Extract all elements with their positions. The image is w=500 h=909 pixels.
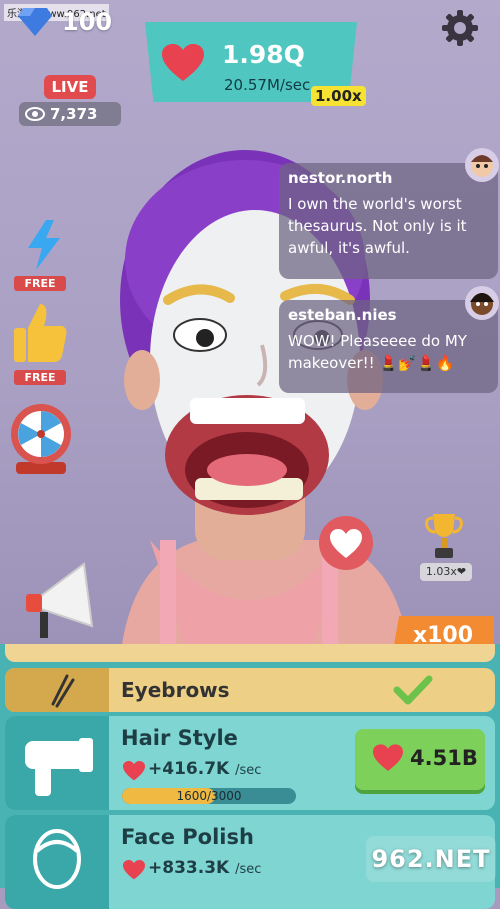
score-rate: 20.57M/sec bbox=[224, 76, 311, 94]
lightning-boost-icon[interactable] bbox=[24, 220, 64, 270]
eye-icon bbox=[25, 107, 45, 121]
chat-text: I own the world's worst thesaurus. Not o… bbox=[288, 195, 467, 257]
chat-avatar bbox=[465, 286, 499, 320]
live-badge: LIVE bbox=[44, 75, 96, 99]
prize-wheel-icon[interactable] bbox=[6, 398, 76, 478]
heart-icon bbox=[162, 44, 204, 81]
chat-username: nestor.north bbox=[288, 169, 393, 187]
checkmark-icon bbox=[393, 675, 433, 705]
upgrade-rate-unit: /sec bbox=[235, 862, 262, 877]
buy-price: 4.51B bbox=[410, 746, 478, 770]
viewer-count-value: 7,373 bbox=[50, 105, 98, 123]
chat-username: esteban.nies bbox=[288, 306, 397, 324]
upgrade-rate-value: +416.7K bbox=[148, 759, 230, 779]
tweezers-icon bbox=[51, 674, 75, 708]
trophy-icon[interactable] bbox=[425, 512, 463, 562]
trophy-multiplier: 1.03x❤ bbox=[420, 563, 472, 581]
upgrade-title: Hair Style bbox=[121, 726, 238, 750]
upgrade-rate-value: +833.3K bbox=[148, 858, 230, 878]
upgrade-row-hair-style: Hair Style +416.7K /sec 1600/3000 4.51B bbox=[5, 716, 495, 810]
boost-free-badge[interactable]: FREE bbox=[14, 276, 66, 291]
thumbs-up-icon[interactable] bbox=[10, 300, 70, 364]
chat-text: WOW! Pleaseeee do MY makeover!! 💄💅💄🔥 bbox=[288, 332, 467, 372]
upgrade-rate: +833.3K /sec bbox=[148, 858, 261, 878]
hair-dryer-icon bbox=[25, 738, 93, 796]
face-polish-icon-cell bbox=[5, 815, 109, 909]
upgrade-title: Face Polish bbox=[121, 825, 254, 849]
upgrade-title: Eyebrows bbox=[121, 678, 230, 702]
chat-avatar bbox=[465, 148, 499, 182]
gem-count: 100 bbox=[62, 8, 113, 36]
like-free-badge[interactable]: FREE bbox=[14, 370, 66, 385]
heart-icon bbox=[373, 744, 403, 771]
hair-style-icon-cell bbox=[5, 716, 109, 810]
chat-message: esteban.nies WOW! Pleaseeee do MY makeov… bbox=[279, 300, 498, 393]
multiplier-badge: 1.00x bbox=[311, 86, 366, 106]
upgrade-row-partial bbox=[5, 644, 495, 662]
buy-hair-style-button[interactable]: 4.51B bbox=[355, 729, 485, 790]
gem-icon bbox=[18, 8, 52, 36]
face-mask-icon bbox=[33, 829, 81, 889]
megaphone-icon[interactable] bbox=[18, 556, 104, 642]
viewer-count: 7,373 bbox=[19, 102, 121, 126]
chat-message: nestor.north I own the world's worst the… bbox=[279, 163, 498, 279]
watermark-logo: 962.NET bbox=[366, 836, 496, 882]
upgrade-rate-unit: /sec bbox=[235, 763, 262, 778]
heart-icon bbox=[123, 761, 145, 781]
upgrade-row-eyebrows[interactable]: Eyebrows bbox=[5, 668, 495, 712]
upgrade-progress-text: 1600/3000 bbox=[176, 789, 242, 803]
like-heart-button[interactable] bbox=[319, 516, 373, 570]
heart-icon bbox=[123, 860, 145, 880]
upgrade-progress-bar: 1600/3000 bbox=[122, 788, 296, 804]
heart-icon bbox=[330, 529, 362, 558]
upgrade-rate: +416.7K /sec bbox=[148, 759, 261, 779]
settings-gear-icon[interactable] bbox=[440, 8, 480, 48]
eyebrows-icon-cell bbox=[5, 668, 109, 712]
score-value: 1.98Q bbox=[222, 40, 305, 69]
